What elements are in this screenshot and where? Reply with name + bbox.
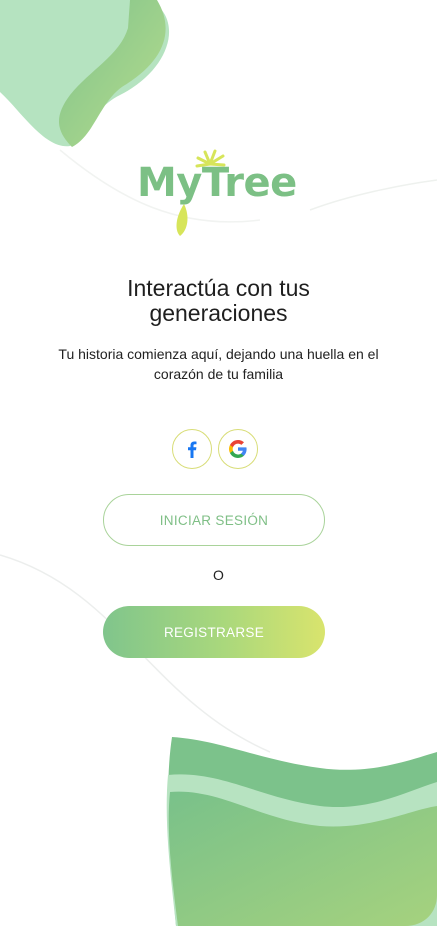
google-icon bbox=[229, 440, 247, 458]
page-title: Interactúa con tus generaciones bbox=[0, 276, 437, 326]
login-button[interactable]: INICIAR SESIÓN bbox=[103, 494, 325, 546]
google-login-button[interactable] bbox=[218, 429, 258, 469]
social-login-row bbox=[172, 429, 258, 469]
app-logo: MyTree bbox=[137, 160, 297, 206]
facebook-login-button[interactable] bbox=[172, 429, 212, 469]
title-line-2: generaciones bbox=[149, 300, 288, 326]
title-line-1: Interactúa con tus bbox=[127, 275, 310, 301]
subtitle: Tu historia comienza aquí, dejando una h… bbox=[58, 346, 379, 382]
or-separator: O bbox=[213, 567, 224, 583]
register-button[interactable]: REGISTRARSE bbox=[103, 606, 325, 658]
facebook-icon bbox=[188, 441, 197, 458]
